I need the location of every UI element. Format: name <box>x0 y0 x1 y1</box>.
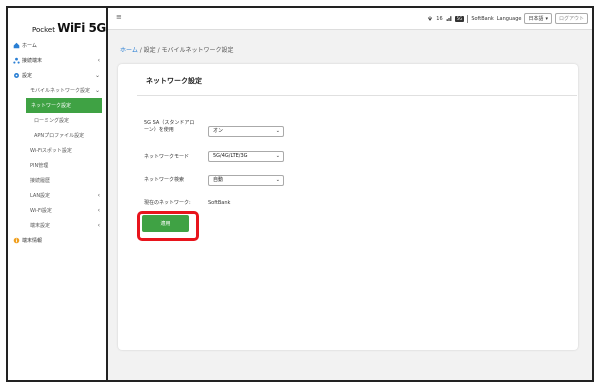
logo-brand: WiFi 5G <box>57 21 106 35</box>
sidebar-item-label: ローミング設定 <box>34 118 70 124</box>
sidebar-item-label: 接続履歴 <box>30 178 51 184</box>
breadcrumb-settings: 設定 <box>143 47 156 54</box>
card-title: ネットワーク設定 <box>146 77 202 85</box>
topbar: ≡ 16 5G SoftBank Language 日本語 ▾ ログアウト <box>108 8 592 30</box>
sidebar-item-label: Wi-Fiスポット設定 <box>30 148 72 154</box>
sa-label-line1: 5G SA（スタンドアロ <box>144 120 195 126</box>
menu-icon[interactable]: ≡ <box>116 13 122 21</box>
sidebar-item-lan[interactable]: LAN設定 ‹ <box>8 188 106 203</box>
logo: Pocket WiFi 5G <box>32 21 106 35</box>
chevron-left-icon: ‹ <box>97 207 100 214</box>
status-area: 16 5G SoftBank Language 日本語 ▾ ログアウト <box>427 13 588 24</box>
breadcrumb-home-link[interactable]: ホーム <box>120 47 138 54</box>
carrier-name: SoftBank <box>471 15 494 22</box>
chevron-left-icon: ‹ <box>97 57 100 64</box>
sidebar-item-pin[interactable]: PIN管理 <box>8 158 106 173</box>
current-network-label: 現在のネットワーク: <box>144 200 191 206</box>
sidebar-item-home[interactable]: ホーム <box>8 38 106 53</box>
sidebar-item-label: 端末設定 <box>30 223 51 229</box>
language-select[interactable]: 日本語 ▾ <box>524 13 552 24</box>
sidebar-item-network-settings[interactable]: ネットワーク設定 <box>26 98 102 113</box>
sidebar-item-label: Wi-Fi設定 <box>30 208 52 214</box>
sidebar-item-label: 端末情報 <box>22 238 43 244</box>
chevron-left-icon: ‹ <box>97 222 100 229</box>
caret-down-icon: ▾ <box>545 15 548 22</box>
apply-button[interactable]: 適用 <box>142 215 189 232</box>
logo-prefix: Pocket <box>32 26 55 34</box>
network-badge: 5G <box>454 15 465 22</box>
chevron-down-icon: ⌄ <box>275 177 280 183</box>
network-search-label: ネットワーク検索 <box>144 177 185 183</box>
main-area: ≡ 16 5G SoftBank Language 日本語 ▾ ログアウト ホー… <box>108 8 592 380</box>
network-mode-value: 5G/4G/LTE/3G <box>213 153 248 159</box>
sidebar-item-settings[interactable]: 設定 ⌄ <box>8 68 106 83</box>
breadcrumb-current: モバイルネットワーク設定 <box>161 47 234 54</box>
sidebar-item-roaming[interactable]: ローミング設定 <box>8 113 106 128</box>
sidebar-item-label: 設定 <box>22 73 33 79</box>
breadcrumb: ホーム / 設定 / モバイルネットワーク設定 <box>120 45 234 54</box>
wifi-icon <box>427 15 433 23</box>
sa-select[interactable]: オン ⌄ <box>208 126 284 137</box>
network-settings-card: ネットワーク設定 5G SA（スタンドアロ ーン）を使用 オン ⌄ ネットワーク… <box>118 64 578 350</box>
gear-icon <box>13 72 20 79</box>
signal-icon <box>446 15 452 23</box>
info-icon <box>13 237 20 244</box>
network-mode-label: ネットワークモード <box>144 154 190 160</box>
sidebar-item-label: PIN管理 <box>30 163 49 169</box>
sidebar-item-label: ネットワーク設定 <box>31 103 72 109</box>
sidebar-item-label: LAN設定 <box>30 193 51 199</box>
chevron-left-icon: ‹ <box>97 192 100 199</box>
sidebar-item-mobile-network[interactable]: モバイルネットワーク設定 ⌄ <box>8 83 106 98</box>
sidebar-nav: ホーム 接続端末 ‹ 設定 ⌄ モバイルネットワーク設定 ⌄ ネットワーク設定 … <box>8 38 106 248</box>
sidebar: Pocket WiFi 5G ホーム 接続端末 ‹ 設定 ⌄ モバイルネットワー… <box>8 8 108 380</box>
chevron-down-icon: ⌄ <box>275 128 280 134</box>
current-network-value: SoftBank <box>208 200 231 206</box>
network-search-select[interactable]: 自動 ⌄ <box>208 175 284 186</box>
chevron-down-icon: ⌄ <box>275 153 280 159</box>
sidebar-item-connection-history[interactable]: 接続履歴 <box>8 173 106 188</box>
sidebar-item-label: ホーム <box>22 43 37 49</box>
devices-icon <box>13 57 20 64</box>
chevron-down-icon: ⌄ <box>94 72 100 79</box>
network-search-value: 自動 <box>213 177 224 183</box>
sidebar-item-label: APNプロファイル設定 <box>34 133 85 139</box>
sidebar-item-devices[interactable]: 接続端末 ‹ <box>8 53 106 68</box>
network-mode-select[interactable]: 5G/4G/LTE/3G ⌄ <box>208 151 284 162</box>
sa-select-value: オン <box>213 128 224 134</box>
divider <box>467 14 469 23</box>
sa-label-line2: ーン）を使用 <box>144 127 174 133</box>
home-icon <box>13 42 20 49</box>
sidebar-item-label: モバイルネットワーク設定 <box>30 88 91 94</box>
signal-value: 16 <box>436 15 443 22</box>
sidebar-item-apn-profile[interactable]: APNプロファイル設定 <box>8 128 106 143</box>
logout-button[interactable]: ログアウト <box>554 13 588 24</box>
language-label: Language <box>496 15 522 22</box>
sidebar-item-wifi-spot[interactable]: Wi-Fiスポット設定 <box>8 143 106 158</box>
app-window: Pocket WiFi 5G ホーム 接続端末 ‹ 設定 ⌄ モバイルネットワー… <box>6 6 594 382</box>
sidebar-item-device-settings[interactable]: 端末設定 ‹ <box>8 218 106 233</box>
sa-label: 5G SA（スタンドアロ ーン）を使用 <box>144 120 194 134</box>
chevron-down-icon: ⌄ <box>94 87 100 94</box>
sidebar-item-device-info[interactable]: 端末情報 <box>8 233 106 248</box>
sidebar-item-wifi[interactable]: Wi-Fi設定 ‹ <box>8 203 106 218</box>
language-value: 日本語 <box>528 16 544 22</box>
divider <box>137 95 577 96</box>
sidebar-item-label: 接続端末 <box>22 58 43 64</box>
